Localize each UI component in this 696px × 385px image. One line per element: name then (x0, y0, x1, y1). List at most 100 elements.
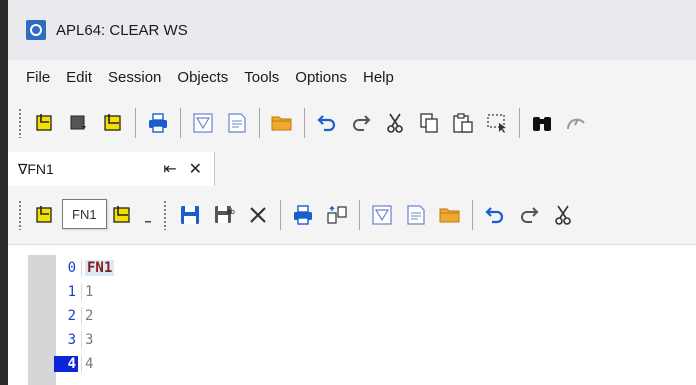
line-code: 4 (85, 356, 94, 372)
line-code: 3 (85, 332, 94, 348)
redo-icon (521, 207, 539, 223)
tooltip: FN1 (62, 199, 107, 229)
menu-session[interactable]: Session (100, 66, 169, 89)
toolbar-grip[interactable] (18, 108, 22, 138)
chevron-down-icon (145, 221, 151, 223)
document-icon (407, 205, 425, 225)
undo-icon (485, 207, 504, 224)
toolbar-separator (135, 108, 136, 138)
line-divider (81, 283, 82, 301)
line-number: 2 (67, 308, 76, 324)
save-icon (181, 206, 199, 224)
line-number: 1 (67, 284, 76, 300)
editor-dropdown-button[interactable] (142, 201, 154, 229)
open-editor-icon (113, 206, 130, 223)
save-button[interactable] (176, 201, 204, 229)
toolbar-separator (359, 200, 360, 230)
menu-help[interactable]: Help (355, 66, 402, 89)
menu-objects[interactable]: Objects (169, 66, 236, 89)
line-divider (81, 307, 82, 325)
editor-open-folder-button[interactable] (436, 201, 464, 229)
new-variable-button[interactable] (65, 109, 93, 137)
function-editor[interactable]: 0 FN1 1 1 2 2 3 3 4 4 (8, 244, 696, 385)
editor-line[interactable]: 3 3 (56, 331, 93, 349)
editor-line[interactable]: 2 2 (56, 307, 93, 325)
close-icon (250, 207, 266, 223)
window-left-border (0, 0, 8, 385)
svg-text:ab: ab (227, 209, 235, 216)
editor-line-active[interactable]: 4 4 (54, 355, 94, 373)
save-as-button[interactable]: ab (210, 201, 238, 229)
menu-edit[interactable]: Edit (58, 66, 100, 89)
folder-icon (439, 208, 460, 223)
line-code: FN1 (85, 260, 115, 276)
line-divider (81, 355, 82, 373)
open-editor-button[interactable] (99, 109, 127, 137)
undo-icon (317, 115, 336, 132)
editor-toolbar-grip[interactable] (163, 200, 167, 230)
main-toolbar (8, 94, 696, 153)
toolbar-separator (519, 108, 520, 138)
copy-button[interactable] (415, 109, 443, 137)
new-page-button[interactable] (189, 109, 217, 137)
line-divider (81, 259, 82, 277)
toolbar-separator (180, 108, 181, 138)
editor-toolbar-grip[interactable] (18, 200, 22, 230)
new-function-button[interactable] (31, 109, 59, 137)
editor-undo-button[interactable] (481, 201, 509, 229)
new-page-icon (193, 113, 213, 133)
new-page-icon (372, 205, 392, 225)
cut-icon (387, 113, 403, 133)
menu-options[interactable]: Options (287, 66, 355, 89)
cut-button[interactable] (381, 109, 409, 137)
editor-line[interactable]: 0 FN1 (56, 259, 115, 277)
tab-fn1-label: ∇FN1 (18, 160, 54, 177)
print-icon (294, 205, 312, 225)
toolbar-separator (304, 108, 305, 138)
line-code: 2 (85, 308, 94, 324)
paste-button[interactable] (449, 109, 477, 137)
tab-fn1[interactable]: ∇FN1 ⇤ ✕ (8, 152, 215, 186)
new-variable-icon (70, 115, 86, 130)
find-button[interactable] (528, 109, 556, 137)
editor-new-function-button[interactable] (31, 201, 59, 229)
apl64-app-icon (26, 20, 46, 40)
document-icon (228, 113, 246, 133)
line-number-active: 4 (54, 356, 78, 372)
editor-new-page-button[interactable] (368, 201, 396, 229)
open-folder-button[interactable] (268, 109, 296, 137)
open-editor-icon (104, 114, 121, 131)
select-button[interactable] (483, 109, 511, 137)
new-function-icon (36, 206, 52, 223)
editor-print-button[interactable] (289, 201, 317, 229)
help-icon (566, 118, 585, 130)
redo-icon (353, 115, 371, 131)
editor-cut-button[interactable] (549, 201, 577, 229)
export-button[interactable] (323, 201, 351, 229)
undo-button[interactable] (313, 109, 341, 137)
help-button[interactable] (562, 109, 590, 137)
print-button[interactable] (144, 109, 172, 137)
editor-document-button[interactable] (402, 201, 430, 229)
pin-tab-button[interactable]: ⇤ (163, 159, 176, 179)
line-code: 1 (85, 284, 94, 300)
line-number: 0 (67, 260, 76, 276)
menu-tools[interactable]: Tools (236, 66, 287, 89)
close-tab-button[interactable]: ✕ (189, 159, 202, 179)
menu-file[interactable]: File (18, 66, 58, 89)
editor-open-editor-button[interactable] (108, 201, 136, 229)
cut-icon (555, 205, 571, 225)
export-icon (327, 206, 347, 224)
editor-toolbar: ab (8, 186, 696, 244)
editor-redo-button[interactable] (515, 201, 543, 229)
window-title: APL64: CLEAR WS (56, 21, 188, 39)
toolbar-separator (280, 200, 281, 230)
editor-line[interactable]: 1 1 (56, 283, 93, 301)
title-bar[interactable]: APL64: CLEAR WS (8, 0, 696, 60)
document-button[interactable] (223, 109, 251, 137)
redo-button[interactable] (347, 109, 375, 137)
save-as-icon: ab (215, 206, 235, 223)
discard-button[interactable] (244, 201, 272, 229)
folder-icon (271, 116, 292, 131)
apl64-window: APL64: CLEAR WS File Edit Session Object… (0, 0, 696, 385)
